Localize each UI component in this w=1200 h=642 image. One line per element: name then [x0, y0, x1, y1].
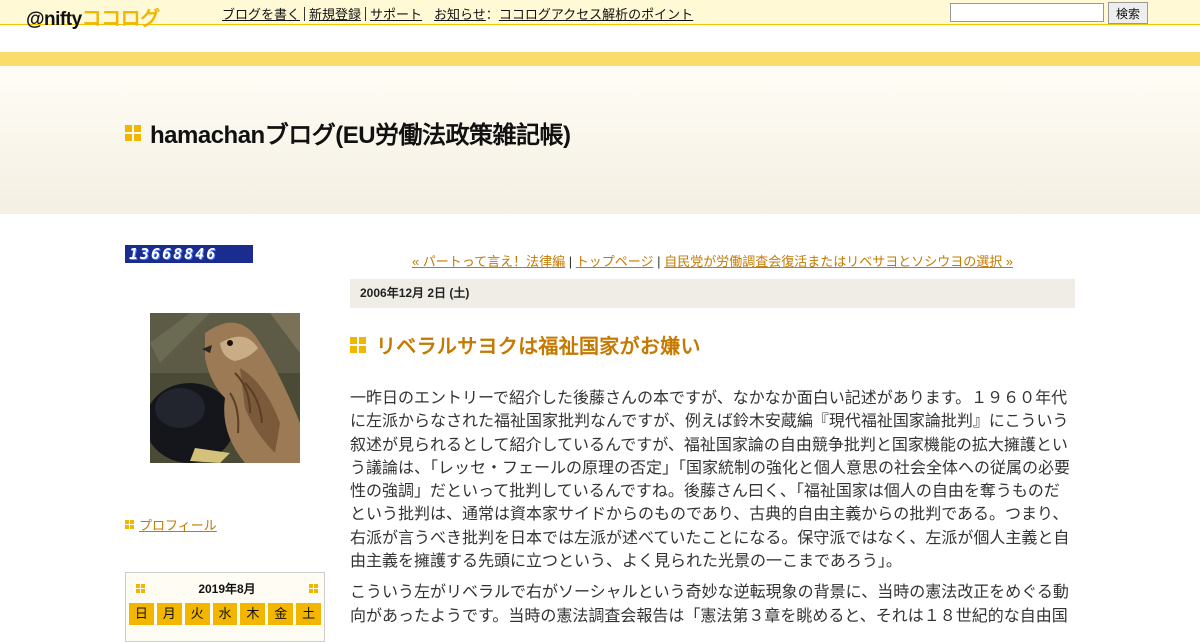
- nav-separator: |: [568, 254, 573, 269]
- weekday-wed: 水: [212, 603, 238, 625]
- prev-month-icon[interactable]: [136, 583, 145, 593]
- news-colon: ：: [485, 7, 499, 22]
- nav-signup-link[interactable]: 新規登録: [309, 7, 361, 22]
- post-paragraph: こういう左がリベラルで右がソーシャルという奇妙な逆転現象の背景に、当時の憲法改正…: [350, 584, 1069, 625]
- squares-bullet-icon: [125, 124, 141, 141]
- news-label-link[interactable]: お知らせ: [434, 7, 486, 22]
- blog-title[interactable]: hamachanブログ(EU労働法政策雑記帳): [150, 115, 571, 150]
- logo-prefix: @nifty: [26, 9, 82, 30]
- weekday-mon: 月: [156, 603, 182, 625]
- weekday-fri: 金: [268, 603, 294, 625]
- nav-support-link[interactable]: サポート: [370, 7, 422, 22]
- weekday-sat: 土: [296, 603, 322, 625]
- post-body: 一昨日のエントリーで紹介した後藤さんの本ですが、なかなか面白い記述があります。１…: [350, 387, 1072, 636]
- post-title[interactable]: リベラルサヨクは福祉国家がお嫌い: [376, 330, 701, 359]
- counter-value: 13668846: [129, 245, 218, 263]
- profile-section: プロフィール: [125, 515, 217, 534]
- nav-divider: [365, 7, 367, 21]
- weekday-thu: 木: [240, 603, 266, 625]
- profile-link[interactable]: プロフィール: [139, 515, 217, 534]
- nifty-cocolog-logo[interactable]: @niftyココログ: [26, 2, 160, 31]
- top-bar: @niftyココログ ブログを書く 新規登録 サポート お知らせ：ココログアクセス解析…: [0, 0, 1200, 30]
- calendar-header: 2019年8月: [126, 573, 324, 603]
- next-entry-link[interactable]: 自民党が労働調査会復活またはリベサヨとソシウヨの選択 »: [664, 254, 1013, 269]
- squares-bullet-icon: [125, 520, 134, 529]
- weekday-tue: 火: [184, 603, 210, 625]
- search-button[interactable]: 検索: [1108, 2, 1148, 24]
- nav-separator: |: [657, 254, 661, 269]
- calendar-weekdays: 日 月 火 水 木 金 土: [126, 603, 324, 625]
- calendar-month: 2019年8月: [198, 581, 256, 596]
- logo-brand: ココログ: [81, 8, 161, 30]
- entry-navigation: « パートって言え！法律編 | トップページ | 自民党が労働調査会復活またはリ…: [350, 251, 1075, 270]
- entry-date: 2006年12月 2日 (土): [350, 279, 1075, 308]
- post-paragraph: 一昨日のエントリーで紹介した後藤さんの本ですが、なかなか面白い記述があります。１…: [350, 390, 1071, 571]
- top-page-link[interactable]: トップページ: [576, 254, 654, 269]
- prev-entry-link[interactable]: « パートって言え！法律編: [412, 254, 565, 269]
- post-header: リベラルサヨクは福祉国家がお嫌い: [350, 330, 701, 359]
- hawk-photo-icon: [150, 313, 300, 463]
- news-item-link[interactable]: ココログアクセス解析のポイント: [499, 7, 693, 22]
- calendar: 2019年8月 日 月 火 水 木 金 土: [125, 572, 325, 642]
- access-counter: 13668846: [125, 245, 253, 263]
- search-input[interactable]: [950, 3, 1104, 22]
- top-navigation: ブログを書く 新規登録 サポート お知らせ：ココログアクセス解析のポイント: [222, 4, 693, 23]
- avatar[interactable]: [150, 313, 300, 463]
- next-month-icon[interactable]: [309, 583, 318, 593]
- squares-bullet-icon: [350, 336, 366, 353]
- nav-write-blog-link[interactable]: ブログを書く: [222, 7, 300, 22]
- blog-header: hamachanブログ(EU労働法政策雑記帳): [125, 115, 571, 150]
- header-stripe: [0, 52, 1200, 66]
- nav-divider: [304, 7, 306, 21]
- weekday-sun: 日: [129, 603, 154, 625]
